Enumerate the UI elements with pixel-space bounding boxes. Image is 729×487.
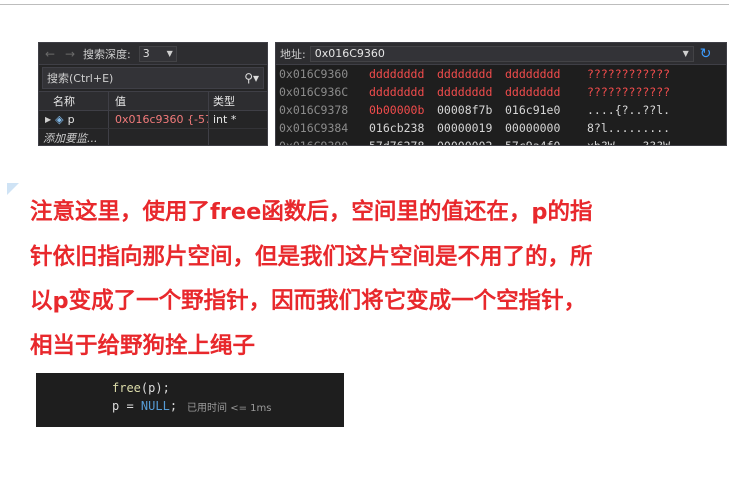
annotation-text: 注意这里，使用了free函数后，空间里的值还在，p的指 针依旧指向那片空间，但是… [30,190,710,368]
top-divider [0,4,729,5]
memory-toolbar: 地址: 0x016C9360 ▼ ↻ [276,43,726,65]
column-name[interactable]: 名称 [39,92,109,110]
search-depth-value: 3 [142,47,150,60]
memory-rows: 0x016C9360 dddddddd dddddddd dddddddd??????… [276,65,726,146]
memory-ascii: ???????????? [587,85,671,99]
memory-row[interactable]: 0x016C9378 0b00000b 00008f7b 016c91e0 ....{?… [276,101,726,119]
code-free-args: (p); [140,381,170,395]
address-value: 0x016C9360 [314,47,385,60]
memory-ascii: ....{?..??l. [587,103,671,117]
memory-row[interactable]: 0x016C936C dddddddd dddddddd dddddddd??????… [276,83,726,101]
memory-word: dddddddd [505,67,561,81]
code-line-null: p = NULL; 已用时间 <= 1ms [36,397,344,415]
chevron-down-icon[interactable]: ▼ [683,49,689,58]
memory-word: dddddddd [369,85,425,99]
memory-word: 00000002 [437,139,493,146]
annotation-line-1: 注意这里，使用了free函数后，空间里的值还在，p的指 [30,199,593,225]
watch-row-name-cell: ▶ ◈ p [39,111,109,128]
memory-word: dddddddd [437,85,493,99]
memory-word: 00000000 [505,121,561,135]
memory-row[interactable]: 0x016C9384 016cb238 00000019 00000000 8?l...… [276,119,726,137]
memory-address: 0x016C936C [279,85,349,99]
watch-row-type-cell: int * [209,111,267,128]
column-value[interactable]: 值 [109,92,209,110]
address-label: 地址: [280,47,306,61]
memory-ascii: 8?l......... [587,121,671,135]
code-fn-free: free [112,381,141,395]
watch-search-input[interactable]: 搜索(Ctrl+E) ⚲▾ [42,67,264,89]
column-type[interactable]: 类型 [209,92,267,110]
memory-ascii: ???????????? [587,67,671,81]
add-watch-type-cell [209,129,267,145]
annotation-line-3: 以p变成了一个野指针，因而我们将它变成一个空指针， [30,288,587,314]
memory-window: 地址: 0x016C9360 ▼ ↻ 0x016C9360 dddddddd ddd… [275,42,727,146]
memory-row[interactable]: 0x016C9360 dddddddd dddddddd dddddddd??????… [276,65,726,83]
watch-window: ← → 搜索深度: 3 ▼ 搜索(Ctrl+E) ⚲▾ 名称 值 类型 ▶ ◈ … [38,42,268,146]
code-semicolon: ; [169,399,178,413]
memory-word: 0b00000b [369,103,425,117]
elapsed-time-hint: 已用时间 <= 1ms [187,402,272,414]
memory-address: 0x016C9390 [279,139,349,146]
memory-ascii: xb?W....???W [587,139,671,146]
memory-word: dddddddd [369,67,425,81]
memory-word: 57d76278 [369,139,425,146]
search-depth-label: 搜索深度: [83,47,131,61]
search-icon[interactable]: ⚲▾ [244,71,259,85]
watch-var-type: int * [213,113,237,126]
watch-search-placeholder: 搜索(Ctrl+E) [47,72,114,85]
watch-row-p[interactable]: ▶ ◈ p 0x016c9360 {-57... int * [39,111,267,129]
code-line-free: free (p); [36,379,344,397]
add-watch-placeholder: 添加要监... [43,131,98,145]
memory-word: 00008f7b [437,103,493,117]
memory-address: 0x016C9378 [279,103,349,117]
annotation-line-2: 针依旧指向那片空间，但是我们这片空间是不用了的，所 [30,243,593,270]
expand-arrow-icon[interactable]: ▶ [45,115,51,124]
memory-word: 57c9a4f0 [505,139,561,146]
address-input[interactable]: 0x016C9360 ▼ [309,45,694,62]
memory-row[interactable]: 0x016C9390 57d76278 00000002 57c9a4f0 xb?W..… [276,137,726,146]
memory-word: 016cb238 [369,121,425,135]
variable-cube-icon: ◈ [55,113,64,126]
memory-address: 0x016C9384 [279,121,349,135]
memory-word: 016c91e0 [505,103,561,117]
watch-row-add[interactable]: 添加要监... [39,129,267,145]
search-depth-select[interactable]: 3 ▼ [138,45,177,62]
memory-address: 0x016C9360 [279,67,349,81]
watch-column-header: 名称 值 类型 [39,91,267,111]
memory-word: dddddddd [505,85,561,99]
back-arrow-icon[interactable]: ← [43,47,57,61]
add-watch-value-cell [109,129,209,145]
memory-word: 00000019 [437,121,493,135]
watch-row-value-cell[interactable]: 0x016c9360 {-57... [109,111,209,128]
code-snippet: free (p); p = NULL; 已用时间 <= 1ms [36,373,344,427]
forward-arrow-icon[interactable]: → [63,47,77,61]
annotation-line-4: 相当于给野狗拴上绳子 [30,332,256,359]
code-assign-p: p = [112,399,141,413]
watch-var-name: p [67,113,75,126]
chevron-down-icon: ▼ [166,49,173,58]
refresh-icon[interactable]: ↻ [700,46,712,62]
add-watch-cell[interactable]: 添加要监... [39,129,109,145]
code-null-keyword: NULL [140,399,170,413]
watch-toolbar: ← → 搜索深度: 3 ▼ [39,43,267,65]
corner-mark-icon [7,183,19,195]
memory-word: dddddddd [437,67,493,81]
watch-var-value: 0x016c9360 {-57... [115,113,208,126]
